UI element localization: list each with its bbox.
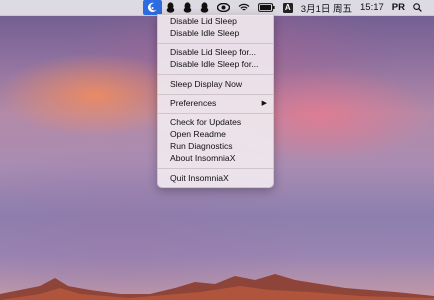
menubar-date[interactable]: 3月1日 周五 [297, 1, 356, 15]
menu-item-about-insomniax[interactable]: About InsomniaX [158, 153, 273, 164]
spotlight-status-item[interactable] [409, 0, 426, 15]
eye-icon [216, 3, 230, 12]
input-source-icon: A [282, 2, 293, 13]
qq-status-item[interactable] [162, 0, 179, 15]
mountain-silhouette [0, 274, 434, 300]
qq-penguin-icon [166, 2, 175, 13]
qq-penguin-icon-3 [200, 2, 209, 13]
menu-item-quit-insomniax[interactable]: Quit InsomniaX [158, 173, 273, 184]
menu-item-open-readme[interactable]: Open Readme [158, 129, 273, 140]
menu-item-disable-idle-sleep-for[interactable]: Disable Idle Sleep for... [158, 59, 273, 70]
menu-item-preferences[interactable]: Preferences ▶ [158, 98, 273, 109]
menu-item-check-for-updates[interactable]: Check for Updates [158, 117, 273, 128]
qq-penguin-icon-2 [183, 2, 192, 13]
menu-item-disable-idle-sleep[interactable]: Disable Idle Sleep [158, 28, 273, 39]
notification-center-status-item[interactable] [426, 0, 434, 15]
menu-item-disable-lid-sleep-for[interactable]: Disable Lid Sleep for... [158, 47, 273, 58]
menu-separator [158, 168, 273, 169]
insomniax-icon [147, 2, 157, 12]
menubar-user[interactable]: PR [388, 2, 409, 13]
qq-status-item-2[interactable] [179, 0, 196, 15]
eye-status-item[interactable] [213, 0, 234, 15]
battery-icon [257, 3, 275, 12]
menu-separator [158, 43, 273, 44]
menu-separator [158, 94, 273, 95]
insomniax-status-item[interactable] [142, 0, 162, 15]
qq-status-item-3[interactable] [196, 0, 213, 15]
input-source-status-item[interactable]: A [279, 0, 297, 15]
insomniax-menu: Disable Lid Sleep Disable Idle Sleep Dis… [157, 14, 274, 188]
wifi-status-item[interactable] [234, 0, 254, 15]
menu-separator [158, 74, 273, 75]
menu-separator [158, 113, 273, 114]
wifi-icon [238, 3, 250, 11]
submenu-arrow-icon: ▶ [261, 100, 267, 107]
menu-item-disable-lid-sleep[interactable]: Disable Lid Sleep [158, 16, 273, 27]
menu-item-sleep-display-now[interactable]: Sleep Display Now [158, 79, 273, 90]
battery-status-item[interactable] [254, 0, 279, 15]
menubar-time[interactable]: 15:17 [356, 2, 388, 13]
menu-item-run-diagnostics[interactable]: Run Diagnostics [158, 141, 273, 152]
menu-item-preferences-label: Preferences [170, 98, 217, 108]
search-icon [413, 3, 422, 12]
